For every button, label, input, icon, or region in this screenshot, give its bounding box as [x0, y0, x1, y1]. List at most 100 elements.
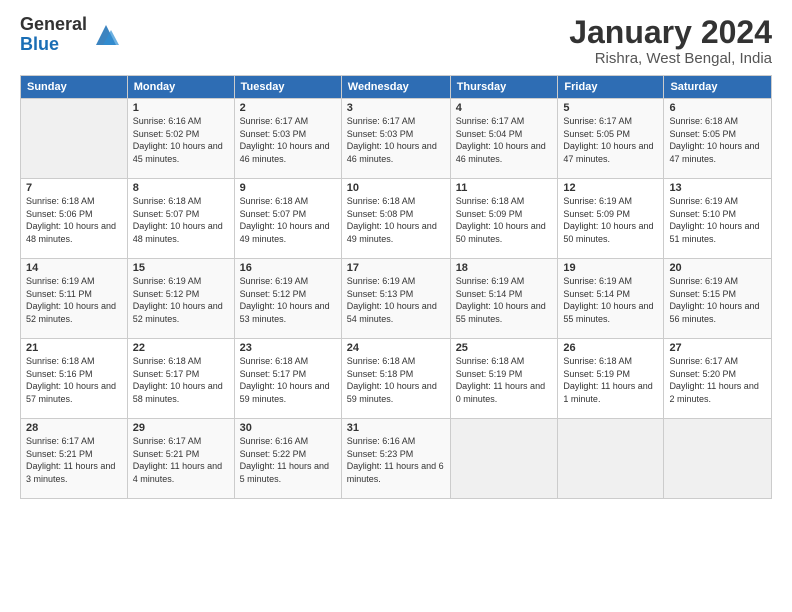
table-row: 3Sunrise: 6:17 AMSunset: 5:03 PMDaylight…	[341, 99, 450, 179]
table-row: 7Sunrise: 6:18 AMSunset: 5:06 PMDaylight…	[21, 179, 128, 259]
day-info: Sunrise: 6:19 AMSunset: 5:13 PMDaylight:…	[347, 275, 445, 325]
table-row: 1Sunrise: 6:16 AMSunset: 5:02 PMDaylight…	[127, 99, 234, 179]
day-info: Sunrise: 6:17 AMSunset: 5:03 PMDaylight:…	[240, 115, 336, 165]
day-info: Sunrise: 6:17 AMSunset: 5:04 PMDaylight:…	[456, 115, 553, 165]
day-number: 13	[669, 182, 766, 194]
table-row: 14Sunrise: 6:19 AMSunset: 5:11 PMDayligh…	[21, 259, 128, 339]
table-row: 29Sunrise: 6:17 AMSunset: 5:21 PMDayligh…	[127, 419, 234, 499]
header-tuesday: Tuesday	[234, 76, 341, 99]
day-number: 27	[669, 342, 766, 354]
table-row: 15Sunrise: 6:19 AMSunset: 5:12 PMDayligh…	[127, 259, 234, 339]
day-number: 21	[26, 342, 122, 354]
month-title: January 2024	[569, 15, 772, 50]
table-row: 10Sunrise: 6:18 AMSunset: 5:08 PMDayligh…	[341, 179, 450, 259]
day-info: Sunrise: 6:19 AMSunset: 5:12 PMDaylight:…	[240, 275, 336, 325]
day-info: Sunrise: 6:18 AMSunset: 5:07 PMDaylight:…	[240, 195, 336, 245]
day-info: Sunrise: 6:18 AMSunset: 5:17 PMDaylight:…	[133, 355, 229, 405]
logo: General Blue	[20, 15, 121, 55]
table-row	[21, 99, 128, 179]
table-row: 21Sunrise: 6:18 AMSunset: 5:16 PMDayligh…	[21, 339, 128, 419]
day-info: Sunrise: 6:16 AMSunset: 5:02 PMDaylight:…	[133, 115, 229, 165]
day-info: Sunrise: 6:16 AMSunset: 5:22 PMDaylight:…	[240, 435, 336, 485]
week-row-5: 28Sunrise: 6:17 AMSunset: 5:21 PMDayligh…	[21, 419, 772, 499]
table-row: 22Sunrise: 6:18 AMSunset: 5:17 PMDayligh…	[127, 339, 234, 419]
header-thursday: Thursday	[450, 76, 558, 99]
table-row: 12Sunrise: 6:19 AMSunset: 5:09 PMDayligh…	[558, 179, 664, 259]
day-info: Sunrise: 6:19 AMSunset: 5:11 PMDaylight:…	[26, 275, 122, 325]
day-number: 25	[456, 342, 553, 354]
location: Rishra, West Bengal, India	[569, 50, 772, 67]
table-row	[450, 419, 558, 499]
calendar-page: General Blue January 2024 Rishra, West B…	[0, 0, 792, 612]
header-monday: Monday	[127, 76, 234, 99]
table-row: 24Sunrise: 6:18 AMSunset: 5:18 PMDayligh…	[341, 339, 450, 419]
table-row: 18Sunrise: 6:19 AMSunset: 5:14 PMDayligh…	[450, 259, 558, 339]
day-info: Sunrise: 6:18 AMSunset: 5:09 PMDaylight:…	[456, 195, 553, 245]
table-row: 28Sunrise: 6:17 AMSunset: 5:21 PMDayligh…	[21, 419, 128, 499]
week-row-2: 7Sunrise: 6:18 AMSunset: 5:06 PMDaylight…	[21, 179, 772, 259]
day-info: Sunrise: 6:19 AMSunset: 5:12 PMDaylight:…	[133, 275, 229, 325]
day-number: 1	[133, 102, 229, 114]
day-info: Sunrise: 6:18 AMSunset: 5:05 PMDaylight:…	[669, 115, 766, 165]
day-number: 17	[347, 262, 445, 274]
day-number: 10	[347, 182, 445, 194]
day-number: 6	[669, 102, 766, 114]
day-info: Sunrise: 6:18 AMSunset: 5:08 PMDaylight:…	[347, 195, 445, 245]
header: General Blue January 2024 Rishra, West B…	[20, 15, 772, 67]
table-row: 8Sunrise: 6:18 AMSunset: 5:07 PMDaylight…	[127, 179, 234, 259]
day-number: 15	[133, 262, 229, 274]
table-row: 19Sunrise: 6:19 AMSunset: 5:14 PMDayligh…	[558, 259, 664, 339]
day-info: Sunrise: 6:18 AMSunset: 5:06 PMDaylight:…	[26, 195, 122, 245]
table-row: 13Sunrise: 6:19 AMSunset: 5:10 PMDayligh…	[664, 179, 772, 259]
day-info: Sunrise: 6:18 AMSunset: 5:07 PMDaylight:…	[133, 195, 229, 245]
day-info: Sunrise: 6:17 AMSunset: 5:21 PMDaylight:…	[26, 435, 122, 485]
header-saturday: Saturday	[664, 76, 772, 99]
day-number: 22	[133, 342, 229, 354]
day-info: Sunrise: 6:17 AMSunset: 5:21 PMDaylight:…	[133, 435, 229, 485]
logo-icon	[91, 20, 121, 50]
day-number: 4	[456, 102, 553, 114]
day-info: Sunrise: 6:18 AMSunset: 5:17 PMDaylight:…	[240, 355, 336, 405]
day-number: 18	[456, 262, 553, 274]
day-info: Sunrise: 6:19 AMSunset: 5:10 PMDaylight:…	[669, 195, 766, 245]
table-row: 5Sunrise: 6:17 AMSunset: 5:05 PMDaylight…	[558, 99, 664, 179]
logo-blue: Blue	[20, 35, 87, 55]
day-info: Sunrise: 6:18 AMSunset: 5:19 PMDaylight:…	[563, 355, 658, 405]
title-area: January 2024 Rishra, West Bengal, India	[569, 15, 772, 67]
day-info: Sunrise: 6:18 AMSunset: 5:16 PMDaylight:…	[26, 355, 122, 405]
day-number: 11	[456, 182, 553, 194]
day-number: 19	[563, 262, 658, 274]
day-number: 9	[240, 182, 336, 194]
week-row-4: 21Sunrise: 6:18 AMSunset: 5:16 PMDayligh…	[21, 339, 772, 419]
table-row: 25Sunrise: 6:18 AMSunset: 5:19 PMDayligh…	[450, 339, 558, 419]
table-row: 26Sunrise: 6:18 AMSunset: 5:19 PMDayligh…	[558, 339, 664, 419]
table-row: 4Sunrise: 6:17 AMSunset: 5:04 PMDaylight…	[450, 99, 558, 179]
logo-general: General	[20, 15, 87, 35]
day-info: Sunrise: 6:18 AMSunset: 5:18 PMDaylight:…	[347, 355, 445, 405]
day-number: 14	[26, 262, 122, 274]
day-number: 28	[26, 422, 122, 434]
week-row-1: 1Sunrise: 6:16 AMSunset: 5:02 PMDaylight…	[21, 99, 772, 179]
header-sunday: Sunday	[21, 76, 128, 99]
day-info: Sunrise: 6:19 AMSunset: 5:14 PMDaylight:…	[563, 275, 658, 325]
header-friday: Friday	[558, 76, 664, 99]
day-number: 8	[133, 182, 229, 194]
day-number: 12	[563, 182, 658, 194]
day-number: 31	[347, 422, 445, 434]
table-row: 31Sunrise: 6:16 AMSunset: 5:23 PMDayligh…	[341, 419, 450, 499]
table-row	[558, 419, 664, 499]
day-info: Sunrise: 6:19 AMSunset: 5:15 PMDaylight:…	[669, 275, 766, 325]
table-row: 17Sunrise: 6:19 AMSunset: 5:13 PMDayligh…	[341, 259, 450, 339]
table-row: 27Sunrise: 6:17 AMSunset: 5:20 PMDayligh…	[664, 339, 772, 419]
week-row-3: 14Sunrise: 6:19 AMSunset: 5:11 PMDayligh…	[21, 259, 772, 339]
logo-text: General Blue	[20, 15, 87, 55]
day-number: 3	[347, 102, 445, 114]
day-number: 29	[133, 422, 229, 434]
day-number: 16	[240, 262, 336, 274]
table-row: 16Sunrise: 6:19 AMSunset: 5:12 PMDayligh…	[234, 259, 341, 339]
day-info: Sunrise: 6:16 AMSunset: 5:23 PMDaylight:…	[347, 435, 445, 485]
table-row: 2Sunrise: 6:17 AMSunset: 5:03 PMDaylight…	[234, 99, 341, 179]
day-number: 7	[26, 182, 122, 194]
day-info: Sunrise: 6:19 AMSunset: 5:14 PMDaylight:…	[456, 275, 553, 325]
header-wednesday: Wednesday	[341, 76, 450, 99]
